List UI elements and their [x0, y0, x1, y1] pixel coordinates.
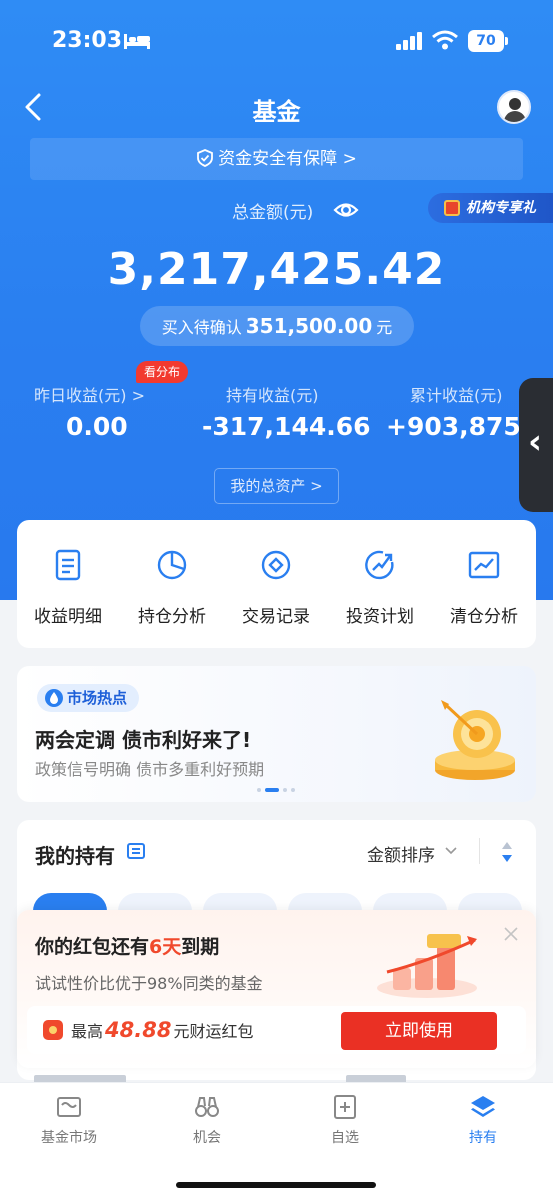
market-hotspot-tag-text: 市场热点 — [67, 689, 128, 707]
divider — [479, 838, 480, 864]
page-title: 基金 — [252, 98, 301, 126]
tab-label: 持有 — [469, 1130, 497, 1146]
tab-watchlist[interactable]: 自选 — [290, 1093, 400, 1147]
total-assets-button[interactable]: 我的总资产 > — [214, 468, 339, 504]
sort-by-amount[interactable]: 金额排序 — [367, 841, 435, 866]
market-hotspot-title: 两会定调 债市利好来了! — [35, 728, 252, 752]
safety-text: 资金安全有保障 > — [218, 149, 357, 169]
quick-action-label: 清仓分析 — [450, 607, 518, 627]
market-icon — [57, 1097, 81, 1117]
total-amount: 3,217,425.42 — [107, 244, 446, 295]
promo-text: 机构专享礼 — [466, 200, 536, 216]
market-hotspot-tag: 市场热点 — [37, 684, 140, 712]
holding-income-value: -317,144.66 — [202, 412, 371, 441]
target-illustration — [435, 700, 515, 780]
institution-gift-tag[interactable]: 机构专享礼 — [428, 193, 553, 223]
avatar[interactable] — [497, 90, 531, 124]
safety-banner[interactable]: 资金安全有保障 > — [30, 138, 523, 180]
offer-text: 最高48.88 元财运红包 — [71, 1018, 254, 1042]
holding-income-label: 持有收益(元) — [226, 386, 319, 405]
carousel-indicator — [257, 788, 299, 792]
header-background — [0, 0, 553, 600]
red-envelope-popup: 你的红包还有6天到期 试试性价比优于98%同类的基金 最高48.88 元财运红包 … — [17, 910, 536, 1068]
income-detail-button[interactable]: 收益明细 — [18, 548, 118, 627]
market-hotspot-card[interactable]: 市场热点 两会定调 债市利好来了! 政策信号明确 债市多重利好预期 — [17, 666, 536, 802]
bar-chart-illustration — [377, 934, 477, 998]
document-icon — [55, 549, 81, 581]
pending-amount: 351,500.00 — [245, 314, 373, 338]
chevron-left-icon: ‹ — [528, 422, 543, 462]
pending-label: 买入待确认 — [161, 318, 242, 337]
quick-action-label: 收益明细 — [34, 607, 102, 627]
transaction-record-button[interactable]: 交易记录 — [226, 548, 326, 627]
chevron-down-icon[interactable] — [445, 847, 457, 855]
battery-indicator: 70 — [468, 30, 508, 52]
sleep-mode-icon — [124, 34, 150, 49]
quick-action-label: 交易记录 — [242, 607, 310, 627]
use-now-button[interactable]: 立即使用 — [341, 1012, 497, 1050]
eye-icon[interactable] — [333, 199, 359, 221]
cumulative-income-label: 累计收益(元) — [410, 386, 503, 405]
pending-confirmation[interactable]: 买入待确认 351,500.00 元 — [140, 306, 414, 346]
yesterday-income-value: 0.00 — [66, 412, 128, 441]
binoculars-icon — [195, 1097, 219, 1117]
popup-title: 你的红包还有6天到期 — [35, 936, 220, 958]
holdings-list-peek — [34, 1070, 514, 1082]
tab-fund-market[interactable]: 基金市场 — [14, 1093, 124, 1147]
quick-actions-card: 收益明细 持仓分析 交易记录 投资计划 清仓分析 — [17, 520, 536, 648]
home-indicator — [176, 1182, 376, 1188]
tab-holdings[interactable]: 持有 — [428, 1093, 538, 1147]
position-analysis-button[interactable]: 持仓分析 — [122, 548, 222, 627]
tab-label: 机会 — [193, 1130, 221, 1146]
close-icon[interactable] — [503, 926, 519, 942]
quick-action-label: 持仓分析 — [138, 607, 206, 627]
tab-label: 自选 — [331, 1130, 359, 1146]
add-favorite-icon — [334, 1095, 356, 1119]
status-bar: 23:03 70 — [0, 0, 553, 80]
wifi-icon — [432, 30, 458, 50]
pending-unit: 元 — [376, 318, 393, 337]
quick-action-label: 投资计划 — [346, 607, 414, 627]
layers-icon — [471, 1096, 495, 1117]
pie-chart-icon — [157, 550, 187, 580]
side-drawer-handle[interactable]: ‹ — [519, 378, 553, 512]
popup-subtitle: 试试性价比优于98%同类的基金 — [35, 974, 263, 993]
clearance-analysis-button[interactable]: 清仓分析 — [434, 548, 534, 627]
distribution-badge[interactable]: 看分布 — [136, 361, 189, 383]
growth-icon — [365, 550, 394, 580]
cellular-signal-icon — [396, 32, 422, 50]
record-icon — [261, 550, 291, 580]
holdings-title: 我的持有 — [35, 844, 115, 868]
total-amount-label: 总金额(元) — [232, 203, 314, 223]
water-drop-icon — [45, 689, 63, 707]
offer-bar: 最高48.88 元财运红包 立即使用 — [27, 1006, 526, 1054]
list-icon[interactable] — [127, 842, 145, 860]
investment-plan-button[interactable]: 投资计划 — [330, 548, 430, 627]
market-hotspot-subtitle: 政策信号明确 债市多重利好预期 — [35, 760, 265, 779]
red-envelope-icon — [43, 1020, 63, 1040]
status-time: 23:03 — [52, 28, 123, 53]
shield-check-icon — [197, 149, 214, 167]
yesterday-income-label[interactable]: 昨日收益(元) > — [34, 382, 145, 406]
gift-icon — [444, 200, 460, 216]
line-chart-icon — [468, 551, 500, 579]
sort-toggle-icon[interactable] — [499, 840, 515, 864]
tab-label: 基金市场 — [41, 1130, 97, 1146]
tab-opportunity[interactable]: 机会 — [152, 1093, 262, 1147]
